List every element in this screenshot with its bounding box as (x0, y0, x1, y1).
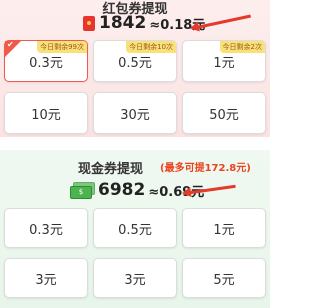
option-amount: 0.5元 (118, 222, 152, 238)
option-amount: 5元 (213, 272, 235, 288)
cash-options-grid: 0.3元 0.5元 1元 3元 3元 5元 (4, 208, 266, 298)
cash-option-1[interactable]: 0.5元 (93, 208, 177, 248)
remaining-badge: 今日剩余2次 (219, 41, 265, 53)
cash-bills-icon: $ (70, 182, 95, 199)
hongbao-options-grid: ✔ 今日剩余99次 0.3元 今日剩余10次 0.5元 今日剩余2次 1元 10… (4, 40, 266, 134)
remaining-badge: 今日剩余10次 (126, 41, 176, 53)
option-amount: 3元 (35, 272, 57, 288)
hongbao-option-5[interactable]: 50元 (182, 92, 266, 134)
hongbao-option-1[interactable]: 今日剩余10次 0.5元 (93, 40, 177, 82)
cash-option-5[interactable]: 5元 (182, 258, 266, 298)
option-amount: 0.3元 (29, 222, 63, 238)
option-amount: 0.3元 (29, 55, 63, 71)
option-amount: 3元 (124, 272, 146, 288)
option-amount: 0.5元 (118, 55, 152, 71)
cash-max-note: (最多可提172.8元) (160, 163, 251, 174)
option-amount: 10元 (31, 107, 61, 123)
hongbao-option-0[interactable]: ✔ 今日剩余99次 0.3元 (4, 40, 88, 82)
hongbao-balance-value: 1842 (99, 13, 147, 33)
check-icon: ✔ (7, 40, 14, 49)
cash-title: 现金券提现 (78, 162, 144, 177)
option-amount: 1元 (213, 222, 235, 238)
cash-option-3[interactable]: 3元 (4, 258, 88, 298)
cash-option-4[interactable]: 3元 (93, 258, 177, 298)
remaining-badge: 今日剩余99次 (37, 41, 87, 53)
hongbao-balance: 1842 ≈0.18元 (83, 13, 205, 33)
cash-withdraw-section: 现金券提现 (最多可提172.8元) $ 6982 ≈0.69元 0.3元 0.… (0, 150, 270, 308)
cash-option-0[interactable]: 0.3元 (4, 208, 88, 248)
hongbao-option-2[interactable]: 今日剩余2次 1元 (182, 40, 266, 82)
hongbao-option-3[interactable]: 10元 (4, 92, 88, 134)
hongbao-withdraw-section: 红包券提现 1842 ≈0.18元 ✔ 今日剩余99次 0.3元 今日剩余10次… (0, 0, 270, 137)
option-amount: 1元 (213, 55, 235, 71)
hongbao-option-4[interactable]: 30元 (93, 92, 177, 134)
cash-balance-value: 6982 (98, 180, 146, 200)
cash-option-2[interactable]: 1元 (182, 208, 266, 248)
section-divider (0, 137, 270, 150)
red-envelope-icon (83, 15, 95, 31)
option-amount: 30元 (120, 107, 150, 123)
option-amount: 50元 (209, 107, 239, 123)
